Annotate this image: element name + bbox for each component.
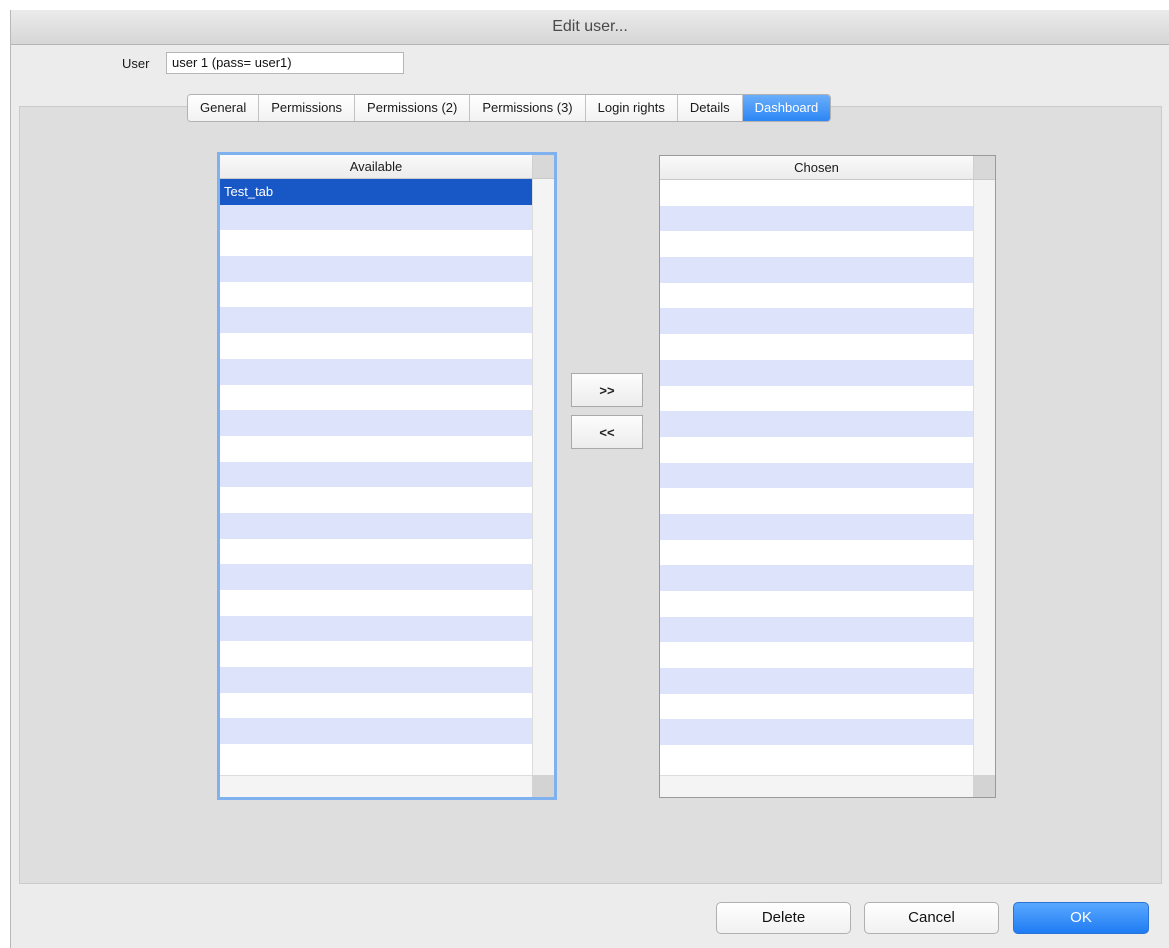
- tab-permissions-3[interactable]: Permissions (3): [470, 95, 586, 121]
- tab-permissions-2[interactable]: Permissions (2): [355, 95, 471, 121]
- available-list-empty-row: [220, 667, 532, 693]
- user-label: User: [122, 56, 150, 71]
- ok-button[interactable]: OK: [1013, 902, 1149, 934]
- available-vertical-scrollbar[interactable]: [532, 179, 554, 775]
- chosen-list-empty-row: [660, 642, 973, 668]
- available-list-empty-row: [220, 744, 532, 770]
- delete-button[interactable]: Delete: [716, 902, 851, 934]
- chosen-list-empty-row: [660, 231, 973, 257]
- chosen-list-empty-row: [660, 565, 973, 591]
- remove-from-chosen-button[interactable]: <<: [571, 415, 643, 449]
- chosen-list-empty-row: [660, 694, 973, 720]
- tab-dashboard[interactable]: Dashboard: [742, 95, 831, 121]
- chosen-list-empty-row: [660, 411, 973, 437]
- available-list-empty-row: [220, 282, 532, 308]
- chosen-list-empty-row: [660, 283, 973, 309]
- chosen-list-empty-row: [660, 616, 973, 643]
- add-to-chosen-button[interactable]: >>: [571, 373, 643, 407]
- available-list-empty-row: [220, 590, 532, 616]
- available-list-item[interactable]: Test_tab: [220, 179, 532, 205]
- window-title: Edit user...: [11, 10, 1169, 45]
- cancel-button[interactable]: Cancel: [864, 902, 999, 934]
- available-list-empty-row: [220, 564, 532, 590]
- chosen-list-empty-row: [660, 205, 973, 232]
- chosen-list-empty-row: [660, 719, 973, 746]
- available-list-empty-row: [220, 410, 532, 436]
- tab-details[interactable]: Details: [677, 95, 743, 121]
- chosen-header-corner: [973, 156, 995, 180]
- tab-general[interactable]: General: [188, 95, 260, 121]
- available-column-header[interactable]: Available: [220, 155, 532, 179]
- chosen-list-empty-row: [660, 308, 973, 335]
- tab-permissions[interactable]: Permissions: [259, 95, 356, 121]
- chosen-list-empty-row: [660, 540, 973, 566]
- available-list-empty-row: [220, 487, 532, 513]
- available-list-empty-row: [220, 358, 532, 385]
- available-list-empty-row: [220, 307, 532, 334]
- available-list-empty-row: [220, 204, 532, 231]
- available-list-empty-row: [220, 256, 532, 282]
- chosen-list-empty-row: [660, 591, 973, 617]
- chosen-list-empty-row: [660, 334, 973, 360]
- chosen-vertical-scrollbar[interactable]: [973, 180, 995, 775]
- chosen-scroll-corner: [973, 775, 995, 797]
- available-list-empty-row: [220, 693, 532, 719]
- chosen-list-empty-row: [660, 513, 973, 540]
- chosen-list-empty-row: [660, 745, 973, 771]
- available-list-empty-row: [220, 230, 532, 256]
- available-rows: Test_tab: [220, 179, 532, 770]
- tab-bar: General Permissions Permissions (2) Perm…: [187, 94, 832, 122]
- edit-user-window: Edit user... User user 1 (pass= user1) G…: [10, 10, 1169, 948]
- available-list-empty-row: [220, 641, 532, 667]
- chosen-list-empty-row: [660, 257, 973, 283]
- available-list-empty-row: [220, 512, 532, 539]
- available-list[interactable]: Available Test_tab: [217, 152, 557, 800]
- available-list-empty-row: [220, 385, 532, 411]
- chosen-list-empty-row: [660, 462, 973, 489]
- available-list-empty-row: [220, 436, 532, 462]
- available-list-empty-row: [220, 718, 532, 745]
- chosen-list-empty-row: [660, 180, 973, 206]
- available-list-empty-row: [220, 461, 532, 488]
- chosen-horizontal-scrollbar[interactable]: [660, 775, 973, 797]
- chosen-rows: [660, 180, 973, 771]
- tab-login-rights[interactable]: Login rights: [585, 95, 678, 121]
- chosen-list-empty-row: [660, 386, 973, 412]
- chosen-column-header[interactable]: Chosen: [660, 156, 973, 180]
- chosen-list-empty-row: [660, 359, 973, 386]
- chosen-list-empty-row: [660, 437, 973, 463]
- user-name-field[interactable]: user 1 (pass= user1): [166, 52, 404, 74]
- chosen-list-empty-row: [660, 668, 973, 694]
- available-header-corner: [532, 155, 554, 179]
- available-list-empty-row: [220, 539, 532, 565]
- chosen-list[interactable]: Chosen: [659, 155, 996, 798]
- available-list-empty-row: [220, 333, 532, 359]
- chosen-list-empty-row: [660, 488, 973, 514]
- available-list-empty-row: [220, 615, 532, 642]
- available-horizontal-scrollbar[interactable]: [220, 775, 532, 797]
- available-scroll-corner: [532, 775, 554, 797]
